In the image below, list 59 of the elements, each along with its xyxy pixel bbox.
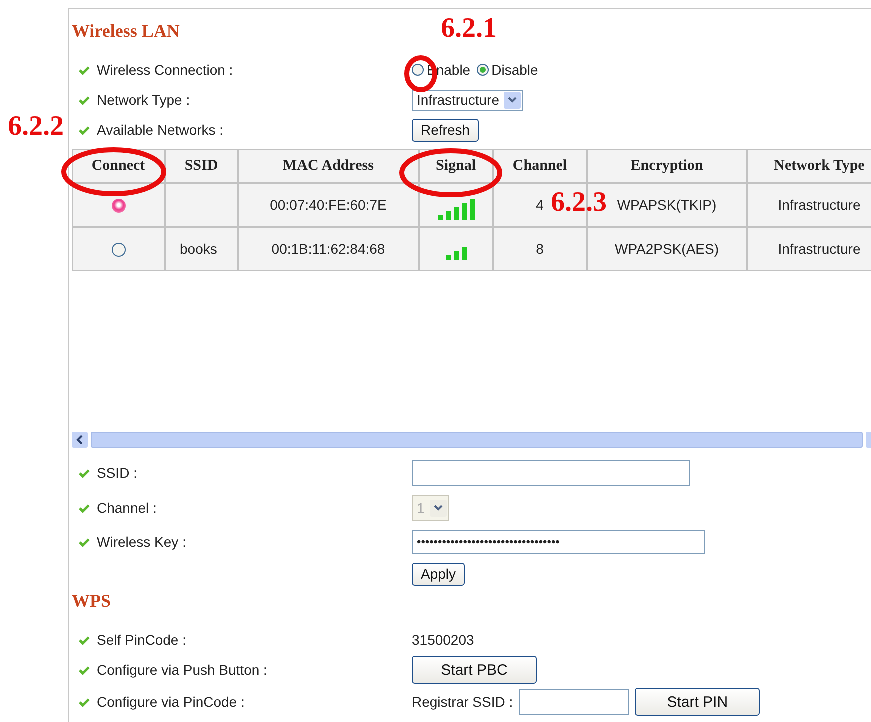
- radio-button[interactable]: [476, 64, 489, 76]
- annotation-label: 6.2.1: [441, 14, 497, 45]
- refresh-button[interactable]: Refresh: [412, 118, 480, 142]
- column-header: MAC Address: [238, 149, 419, 183]
- check-icon: [79, 636, 90, 644]
- start-pin-button[interactable]: Start PIN: [635, 688, 760, 716]
- check-icon: [79, 504, 90, 512]
- table-cell: 4: [536, 197, 544, 213]
- signal-icon: [446, 246, 466, 260]
- radio-button[interactable]: [412, 64, 424, 76]
- table-cell: 00:07:40:FE:60:7E: [270, 197, 387, 213]
- radio-label[interactable]: Disable: [492, 62, 538, 78]
- signal-icon: [438, 198, 474, 220]
- ssid-input[interactable]: [412, 460, 690, 486]
- pincode-value: 31500203: [412, 632, 474, 648]
- start-pbc-button[interactable]: Start PBC: [412, 656, 537, 684]
- chevron-down-icon: [434, 505, 443, 511]
- table-cell: 8: [536, 241, 544, 257]
- scrollbar-thumb[interactable]: [91, 432, 863, 448]
- field-label: SSID :: [97, 465, 138, 481]
- chevron-left-icon: [76, 435, 84, 445]
- field-label: Available Networks :: [97, 122, 224, 138]
- column-header: Channel: [493, 149, 587, 183]
- field-label: Self PinCode :: [97, 632, 186, 648]
- radio-button[interactable]: [112, 243, 126, 258]
- check-icon: [79, 468, 90, 478]
- field-label: Wireless Key :: [97, 534, 186, 550]
- annotation-label: 6.2.2: [8, 112, 64, 143]
- table-cell: Infrastructure: [778, 197, 861, 213]
- check-icon: [79, 126, 90, 134]
- field-label: Channel :: [97, 500, 157, 516]
- password-input[interactable]: ••••••••••••••••••••••••••••••••••: [412, 530, 705, 554]
- section-title: WPS: [72, 591, 112, 613]
- table-cell: WPAPSK(TKIP): [617, 197, 717, 213]
- check-icon: [79, 698, 90, 706]
- table-cell: 00:1B:11:62:84:68: [272, 241, 386, 257]
- field-label: Wireless Connection :: [97, 62, 234, 78]
- network-type-dropdown[interactable]: Infrastructure: [412, 90, 524, 110]
- column-header: Network Type: [747, 149, 871, 183]
- section-title: Wireless LAN: [72, 21, 180, 43]
- chevron-down-icon: [508, 97, 518, 103]
- check-icon: [79, 96, 90, 104]
- registrar-ssid-input[interactable]: [519, 689, 630, 715]
- check-icon: [79, 538, 90, 546]
- radio-button[interactable]: [112, 199, 126, 214]
- check-icon: [79, 666, 90, 674]
- table-cell: books: [180, 241, 218, 257]
- field-label: Registrar SSID :: [412, 694, 514, 710]
- apply-button[interactable]: Apply: [412, 562, 466, 586]
- field-label: Configure via Push Button :: [97, 662, 268, 678]
- field-label: Configure via PinCode :: [97, 694, 245, 710]
- column-header: Encryption: [587, 149, 747, 183]
- table-cell: WPA2PSK(AES): [615, 241, 719, 257]
- column-header: SSID: [165, 149, 238, 183]
- check-icon: [79, 66, 90, 74]
- scroll-left-button[interactable]: [72, 432, 88, 448]
- table-cell: Infrastructure: [778, 241, 861, 257]
- field-label: Network Type :: [97, 92, 190, 108]
- annotation-label: 6.2.3: [551, 188, 607, 219]
